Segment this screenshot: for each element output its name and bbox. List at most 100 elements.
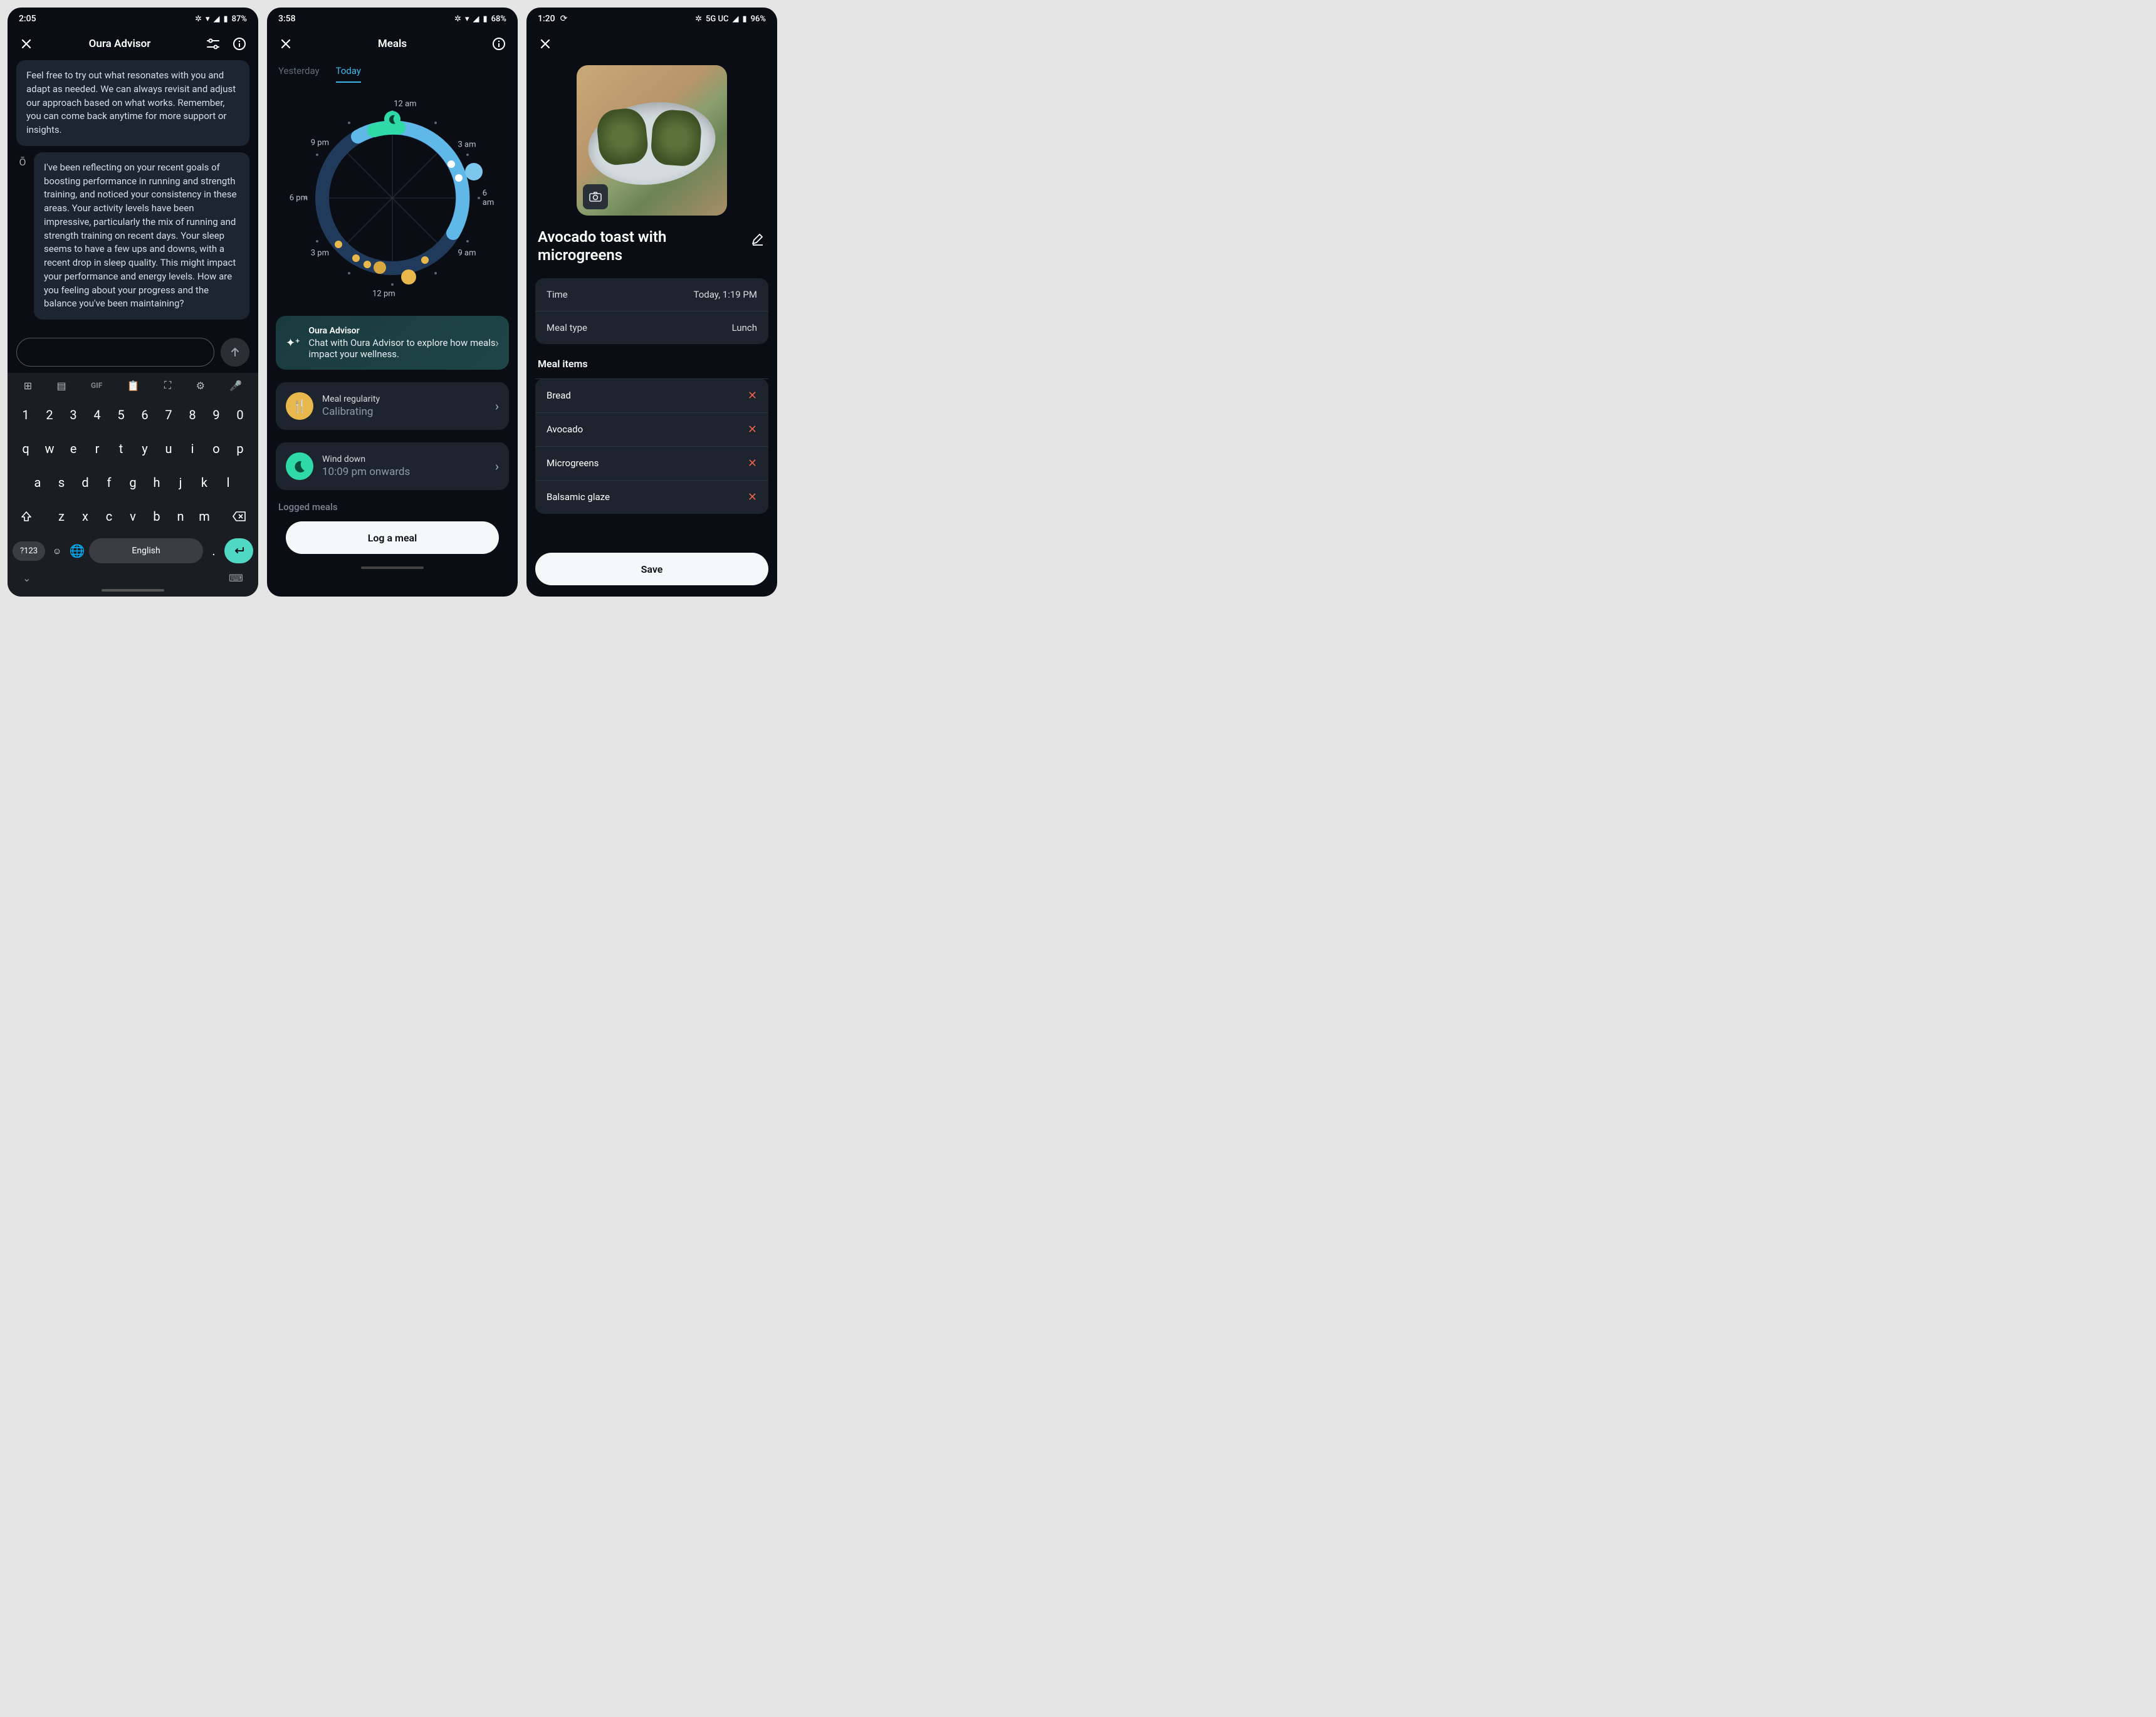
key-k[interactable]: k — [194, 467, 215, 498]
mic-icon[interactable]: 🎤 — [229, 380, 242, 392]
key-5[interactable]: 5 — [110, 400, 132, 430]
resize-icon[interactable]: ⛶ — [164, 379, 171, 392]
space-key[interactable]: English — [89, 538, 203, 563]
nav-collapse-icon[interactable]: ⌄ — [23, 572, 31, 584]
key-s[interactable]: s — [51, 467, 72, 498]
key-q[interactable]: q — [15, 434, 36, 464]
clock-label-6pm: 6 pm — [290, 194, 308, 203]
tab-yesterday[interactable]: Yesterday — [278, 65, 320, 83]
key-b[interactable]: b — [146, 501, 167, 531]
camera-button[interactable] — [583, 184, 608, 209]
period-key[interactable]: . — [207, 536, 221, 566]
key-8[interactable]: 8 — [182, 400, 203, 430]
key-r[interactable]: r — [86, 434, 108, 464]
key-e[interactable]: e — [63, 434, 84, 464]
chat-body: Feel free to try out what resonates with… — [8, 60, 258, 331]
meal-items-header: Meal items — [526, 348, 777, 375]
keyboard-switch-icon[interactable]: ⌨ — [229, 572, 243, 584]
phone-meal-detail: 1:20 ⟳ ✲ 5G UC ◢ ▮ 96% Avocado toast wit… — [526, 8, 777, 597]
key-v[interactable]: v — [122, 501, 144, 531]
battery-icon: ▮ — [223, 14, 228, 24]
remove-item-icon[interactable]: ✕ — [748, 423, 757, 436]
key-p[interactable]: p — [229, 434, 251, 464]
key-f[interactable]: f — [98, 467, 120, 498]
key-t[interactable]: t — [110, 434, 132, 464]
meal-regularity-card[interactable]: 🍴 Meal regularity Calibrating › — [276, 382, 509, 430]
key-3[interactable]: 3 — [63, 400, 84, 430]
save-button[interactable]: Save — [535, 553, 768, 585]
meal-clock: 12 am 3 am 6 am 9 am 12 pm 3 pm 6 pm 9 p… — [286, 91, 499, 305]
settings-icon[interactable] — [204, 35, 222, 53]
gif-button[interactable]: GIF — [91, 381, 102, 390]
send-button[interactable] — [221, 338, 249, 367]
key-z[interactable]: z — [51, 501, 72, 531]
key-4[interactable]: 4 — [86, 400, 108, 430]
translate-icon[interactable]: ▤ — [56, 380, 66, 392]
key-h[interactable]: h — [146, 467, 167, 498]
key-d[interactable]: d — [75, 467, 96, 498]
time-row[interactable]: Time Today, 1:19 PM — [535, 278, 768, 311]
symbols-key[interactable]: ?123 — [13, 541, 45, 561]
meal-item-row: Balsamic glaze✕ — [535, 480, 768, 514]
key-n[interactable]: n — [170, 501, 191, 531]
key-x[interactable]: x — [75, 501, 96, 531]
close-icon[interactable] — [536, 35, 554, 53]
log-meal-button[interactable]: Log a meal — [286, 521, 499, 554]
key-g[interactable]: g — [122, 467, 144, 498]
clock-label-12pm: 12 pm — [372, 290, 395, 299]
battery-pct: 96% — [751, 14, 766, 24]
message-input[interactable] — [16, 338, 214, 367]
edit-icon[interactable] — [749, 231, 766, 248]
meal-item-label: Bread — [547, 390, 571, 401]
meal-item-row: Bread ✕ — [535, 378, 768, 412]
toast-graphic — [650, 108, 703, 167]
info-icon[interactable] — [231, 35, 248, 53]
status-right: ✲ ▾ ◢ ▮ 68% — [454, 14, 506, 24]
globe-key[interactable]: 🌐 — [69, 536, 85, 566]
key-9[interactable]: 9 — [206, 400, 227, 430]
key-l[interactable]: l — [217, 467, 239, 498]
grid-icon[interactable]: ⊞ — [24, 380, 32, 392]
key-o[interactable]: o — [206, 434, 227, 464]
close-icon[interactable] — [277, 35, 295, 53]
remove-item-icon[interactable]: ✕ — [748, 457, 757, 470]
backspace-key[interactable] — [224, 501, 254, 531]
remove-item-icon[interactable]: ✕ — [748, 389, 757, 402]
key-w[interactable]: w — [39, 434, 60, 464]
info-icon[interactable] — [490, 35, 508, 53]
chevron-right-icon: › — [495, 399, 499, 414]
key-c[interactable]: c — [98, 501, 120, 531]
advisor-card[interactable]: ✦⁺ Oura Advisor Chat with Oura Advisor t… — [276, 316, 509, 370]
key-m[interactable]: m — [194, 501, 215, 531]
key-i[interactable]: i — [182, 434, 203, 464]
keyboard-row-2: asdfghjkl — [8, 466, 258, 499]
key-7[interactable]: 7 — [158, 400, 179, 430]
key-u[interactable]: u — [158, 434, 179, 464]
key-6[interactable]: 6 — [134, 400, 155, 430]
wind-down-card[interactable]: Wind down 10:09 pm onwards › — [276, 442, 509, 490]
keyboard-row-3: zxcvbnm — [8, 499, 258, 533]
gear-icon[interactable]: ⚙ — [196, 380, 205, 392]
enter-key[interactable] — [224, 538, 253, 563]
page-title: Meals — [295, 38, 490, 50]
keyboard-bottom-row: ?123 ☺ 🌐 English . — [8, 533, 258, 568]
emoji-key[interactable]: ☺ — [49, 536, 65, 566]
home-handle[interactable] — [102, 589, 164, 592]
meal-title-row: Avocado toast with microgreens — [526, 216, 777, 274]
meal-type-row[interactable]: Meal type Lunch — [535, 311, 768, 344]
key-0[interactable]: 0 — [229, 400, 251, 430]
regularity-sub: Calibrating — [322, 405, 499, 418]
status-time: 3:58 — [278, 14, 296, 24]
remove-item-icon[interactable]: ✕ — [748, 491, 757, 504]
key-a[interactable]: a — [27, 467, 48, 498]
key-2[interactable]: 2 — [39, 400, 60, 430]
key-j[interactable]: j — [170, 467, 191, 498]
home-handle[interactable] — [361, 566, 424, 569]
clipboard-icon[interactable]: 📋 — [127, 380, 140, 392]
close-icon[interactable] — [18, 35, 35, 53]
key-y[interactable]: y — [134, 434, 155, 464]
key-1[interactable]: 1 — [15, 400, 36, 430]
bluetooth-icon: ✲ — [454, 14, 461, 24]
tab-today[interactable]: Today — [336, 65, 361, 83]
shift-key[interactable] — [11, 501, 41, 531]
